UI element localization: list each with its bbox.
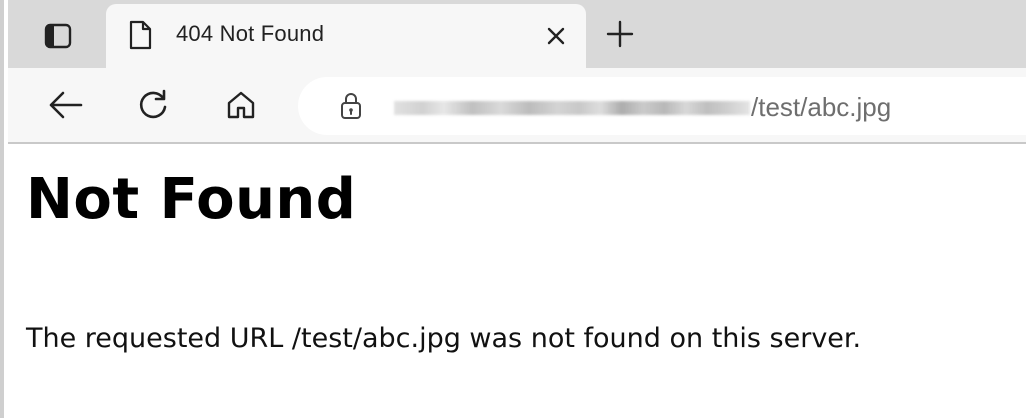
navigation-toolbar: /test/abc.jpg: [8, 68, 1026, 144]
error-message: The requested URL /test/abc.jpg was not …: [26, 323, 862, 354]
tab-title: 404 Not Found: [176, 21, 325, 46]
tab-close-button[interactable]: [542, 22, 570, 50]
plus-icon: [606, 20, 634, 48]
url-host-redacted: [394, 101, 750, 115]
home-button[interactable]: [218, 82, 264, 128]
browser-window: 404 Not Found /test/abc.jpg Not Found Th…: [0, 0, 1026, 418]
close-icon: [547, 27, 565, 45]
back-button[interactable]: [42, 82, 88, 128]
page-icon: [128, 20, 152, 50]
tab-strip: 404 Not Found: [8, 0, 1026, 68]
arrow-left-icon: [47, 90, 83, 120]
lock-icon[interactable]: [336, 91, 366, 121]
tab-actions-button[interactable]: [30, 12, 86, 60]
new-tab-button[interactable]: [600, 14, 640, 54]
address-bar[interactable]: /test/abc.jpg: [298, 77, 1026, 135]
page-heading: Not Found: [26, 167, 357, 232]
reload-button[interactable]: [130, 82, 176, 128]
tab-active[interactable]: 404 Not Found: [106, 4, 586, 68]
tab-actions-icon: [44, 23, 72, 49]
home-icon: [225, 89, 257, 121]
reload-icon: [136, 88, 170, 122]
url-path: /test/abc.jpg: [751, 92, 892, 122]
